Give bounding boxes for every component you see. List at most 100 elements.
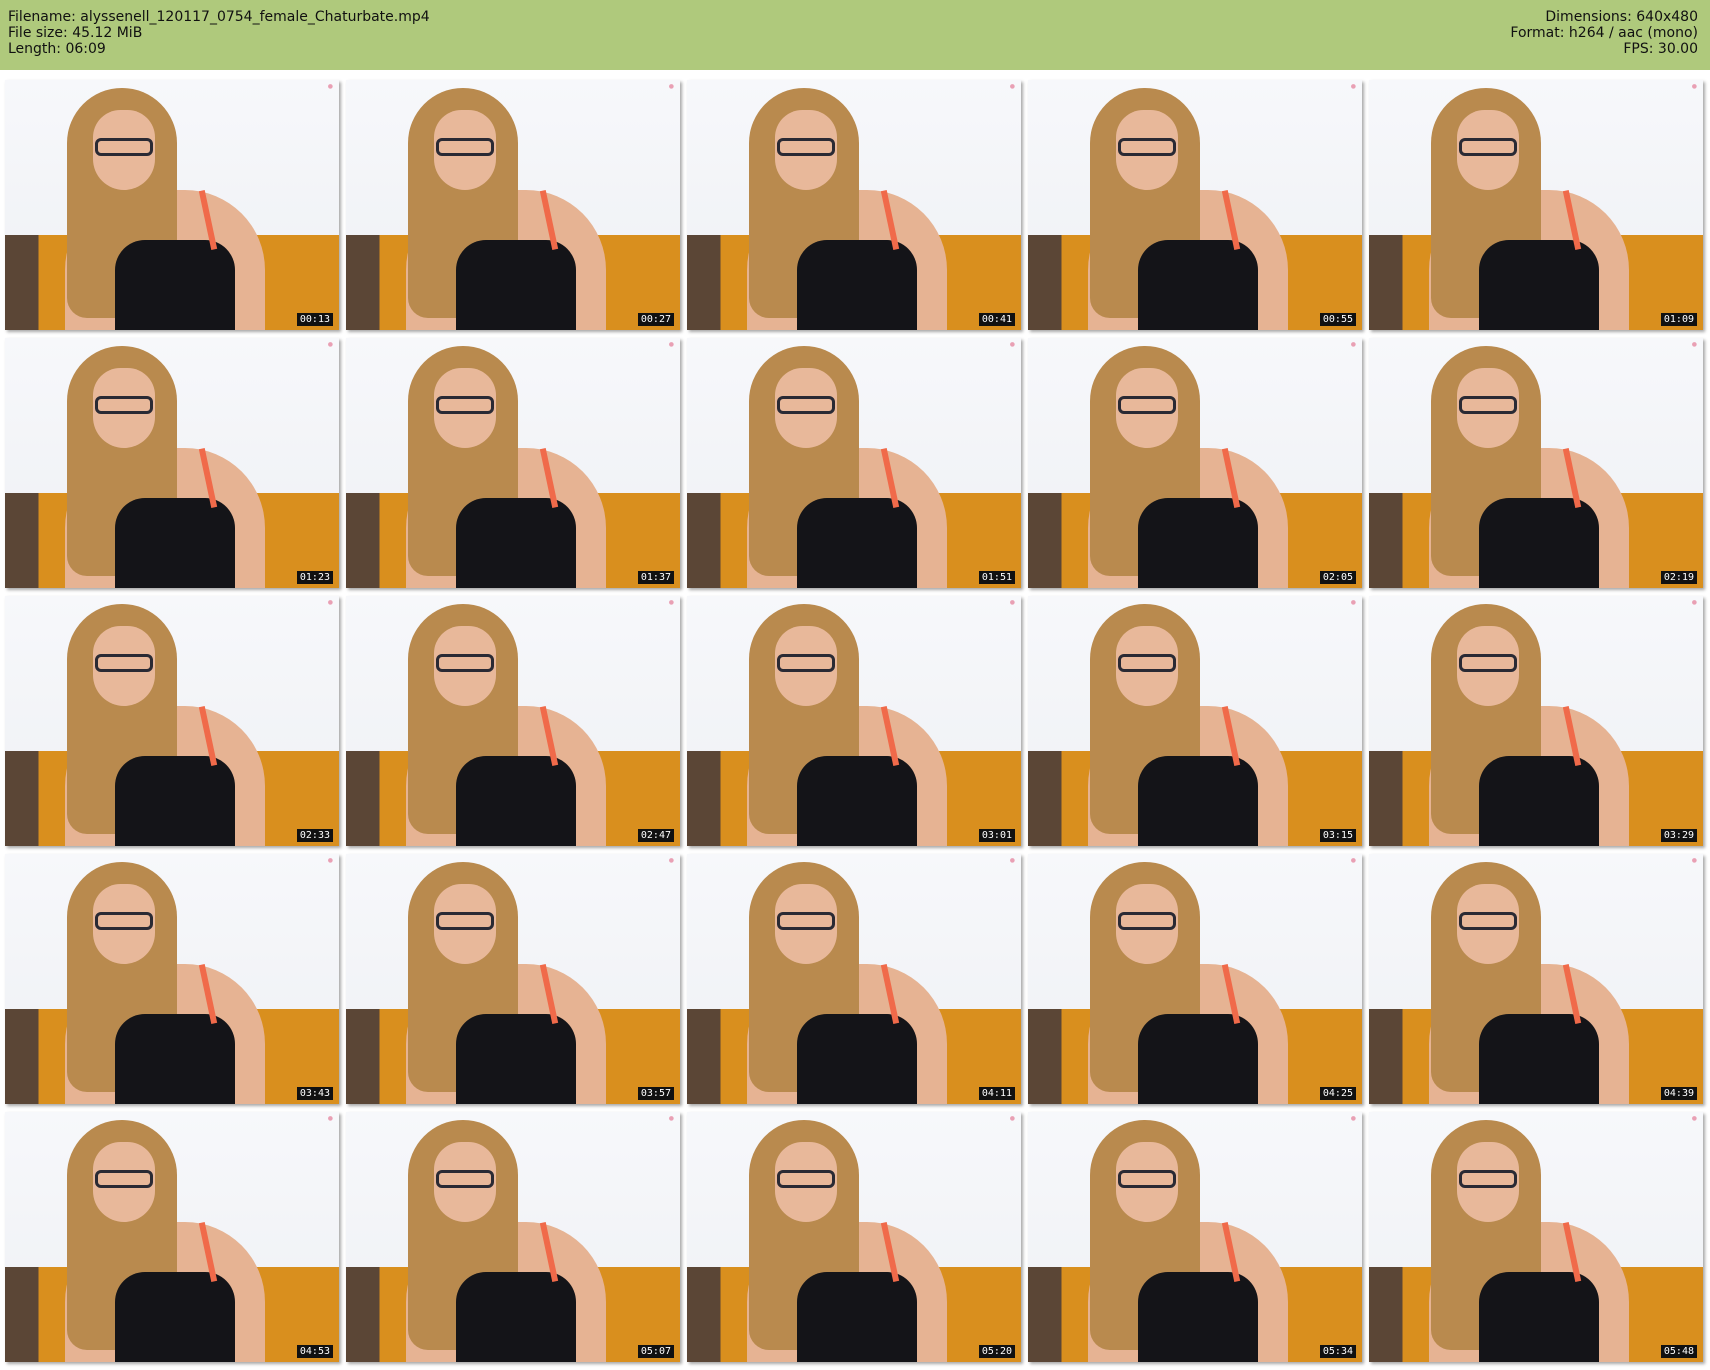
frame-figure-top [1479, 498, 1599, 588]
frame-figure-glasses [777, 396, 835, 414]
timestamp-label: 01:09 [1660, 313, 1697, 326]
thumbnail-frame[interactable]: ● 04:53 [5, 1112, 339, 1362]
frame-figure-top [1479, 756, 1599, 846]
watermark-logo: ● [327, 857, 333, 864]
frame-figure-top [1138, 240, 1258, 330]
thumbnail-frame[interactable]: ● 04:25 [1028, 854, 1362, 1104]
thumbnail-frame[interactable]: ● 05:07 [346, 1112, 680, 1362]
watermark-logo: ● [327, 83, 333, 90]
watermark-logo: ● [1691, 83, 1697, 90]
thumbnail-frame[interactable]: ● 02:05 [1028, 338, 1362, 588]
thumbnail-frame[interactable]: ● 00:27 [346, 80, 680, 330]
frame-figure-top [115, 240, 235, 330]
thumbnail-frame[interactable]: ● 05:48 [1369, 1112, 1703, 1362]
watermark-logo: ● [1350, 599, 1356, 606]
watermark-logo: ● [1691, 341, 1697, 348]
thumbnail-frame[interactable]: ● 01:37 [346, 338, 680, 588]
thumbnail-frame[interactable]: ● 03:43 [5, 854, 339, 1104]
watermark-logo: ● [1350, 341, 1356, 348]
frame-figure-top [115, 1014, 235, 1104]
thumbnail-frame[interactable]: ● 05:20 [687, 1112, 1021, 1362]
timestamp-label: 03:15 [1319, 829, 1356, 842]
thumbnail-frame[interactable]: ● 03:29 [1369, 596, 1703, 846]
info-header: Filename: alyssenell_120117_0754_female_… [0, 0, 1710, 70]
timestamp-label: 01:51 [978, 571, 1015, 584]
thumbnail-frame[interactable]: ● 05:34 [1028, 1112, 1362, 1362]
timestamp-label: 04:25 [1319, 1087, 1356, 1100]
filesize-text: File size: 45.12 MiB [8, 25, 143, 41]
frame-figure-top [115, 498, 235, 588]
frame-figure-top [456, 1272, 576, 1362]
watermark-logo: ● [1009, 1115, 1015, 1122]
frame-figure-glasses [436, 912, 494, 930]
timestamp-label: 05:07 [637, 1345, 674, 1358]
timestamp-label: 00:41 [978, 313, 1015, 326]
frame-figure-glasses [1459, 654, 1517, 672]
thumbnail-frame[interactable]: ● 04:39 [1369, 854, 1703, 1104]
watermark-logo: ● [668, 83, 674, 90]
thumbnail-frame[interactable]: ● 02:33 [5, 596, 339, 846]
thumbnail-frame[interactable]: ● 01:09 [1369, 80, 1703, 330]
frame-figure-top [797, 1014, 917, 1104]
thumbnail-frame[interactable]: ● 00:55 [1028, 80, 1362, 330]
timestamp-label: 02:05 [1319, 571, 1356, 584]
frame-figure-glasses [436, 138, 494, 156]
watermark-logo: ● [1350, 83, 1356, 90]
thumbnail-frame[interactable]: ● 00:41 [687, 80, 1021, 330]
frame-figure-top [1138, 756, 1258, 846]
watermark-logo: ● [668, 857, 674, 864]
timestamp-label: 03:01 [978, 829, 1015, 842]
thumbnail-frame[interactable]: ● 01:23 [5, 338, 339, 588]
thumbnail-frame[interactable]: ● 02:47 [346, 596, 680, 846]
frame-figure-glasses [95, 912, 153, 930]
frame-figure-top [456, 756, 576, 846]
thumbnail-frame[interactable]: ● 03:57 [346, 854, 680, 1104]
timestamp-label: 00:55 [1319, 313, 1356, 326]
timestamp-label: 03:43 [296, 1087, 333, 1100]
timestamp-label: 01:37 [637, 571, 674, 584]
timestamp-label: 03:29 [1660, 829, 1697, 842]
frame-figure-top [797, 756, 917, 846]
thumbnail-frame[interactable]: ● 03:15 [1028, 596, 1362, 846]
frame-figure-glasses [1459, 1170, 1517, 1188]
timestamp-label: 02:19 [1660, 571, 1697, 584]
thumbnail-frame[interactable]: ● 01:51 [687, 338, 1021, 588]
watermark-logo: ● [1691, 599, 1697, 606]
frame-figure-glasses [777, 912, 835, 930]
timestamp-label: 04:11 [978, 1087, 1015, 1100]
timestamp-label: 05:48 [1660, 1345, 1697, 1358]
thumbnail-frame[interactable]: ● 00:13 [5, 80, 339, 330]
frame-figure-glasses [1118, 396, 1176, 414]
watermark-logo: ● [1009, 83, 1015, 90]
frame-figure-glasses [436, 396, 494, 414]
frame-figure-top [1479, 1272, 1599, 1362]
frame-figure-glasses [1118, 654, 1176, 672]
timestamp-label: 03:57 [637, 1087, 674, 1100]
thumbnail-frame[interactable]: ● 03:01 [687, 596, 1021, 846]
frame-figure-top [1479, 1014, 1599, 1104]
length-text: Length: 06:09 [8, 41, 106, 57]
thumbnail-frame[interactable]: ● 04:11 [687, 854, 1021, 1104]
watermark-logo: ● [1009, 599, 1015, 606]
watermark-logo: ● [668, 599, 674, 606]
frame-figure-top [1138, 1272, 1258, 1362]
fps-text: FPS: 30.00 [1623, 41, 1698, 57]
frame-figure-glasses [777, 138, 835, 156]
watermark-logo: ● [1691, 857, 1697, 864]
frame-figure-glasses [436, 654, 494, 672]
frame-figure-top [797, 1272, 917, 1362]
watermark-logo: ● [327, 1115, 333, 1122]
timestamp-label: 00:13 [296, 313, 333, 326]
frame-figure-glasses [95, 654, 153, 672]
thumbnail-grid: ● 00:13 ● 00:27 ● 00:41 ● 00:55 ● 01:09 ● 01:23 ● 01:… [5, 80, 1705, 1366]
frame-figure-glasses [1459, 912, 1517, 930]
watermark-logo: ● [327, 341, 333, 348]
frame-figure-top [797, 498, 917, 588]
thumbnail-frame[interactable]: ● 02:19 [1369, 338, 1703, 588]
frame-figure-glasses [1118, 912, 1176, 930]
timestamp-label: 04:39 [1660, 1087, 1697, 1100]
frame-figure-top [115, 756, 235, 846]
frame-figure-glasses [1118, 1170, 1176, 1188]
dimensions-text: Dimensions: 640x480 [1545, 9, 1698, 25]
watermark-logo: ● [668, 341, 674, 348]
